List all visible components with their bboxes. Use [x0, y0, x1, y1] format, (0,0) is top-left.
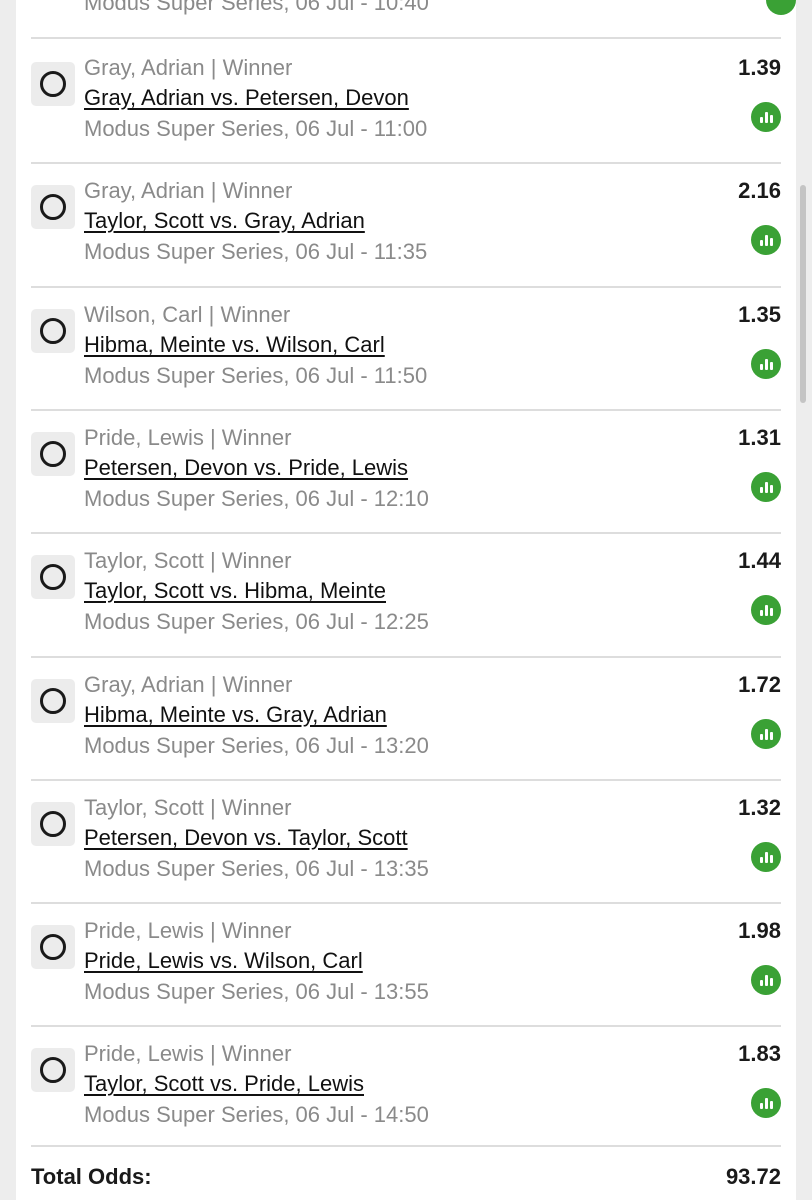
- selection-row: Wilson, Carl | Winner Hibma, Meinte vs. …: [31, 285, 781, 409]
- radio-unselected-icon[interactable]: [31, 431, 75, 476]
- divider: [31, 778, 781, 781]
- divider: [31, 902, 781, 905]
- stats-icon[interactable]: [751, 965, 781, 996]
- divider: [31, 1145, 781, 1147]
- event-info: Modus Super Series, 06 Jul - 12:10: [84, 485, 429, 511]
- stats-icon[interactable]: [751, 595, 781, 626]
- selection-label: Wilson, Carl | Winner: [84, 301, 291, 327]
- selection-label: Taylor, Scott | Winner: [84, 548, 292, 574]
- odds-value: 1.35: [738, 301, 781, 327]
- divider: [31, 532, 781, 535]
- match-link[interactable]: Petersen, Devon vs. Taylor, Scott: [84, 825, 408, 851]
- bet-slip-panel: Modus Super Series, 06 Jul - 10:40 Gray,…: [16, 0, 796, 1200]
- total-odds-label: Total Odds:: [31, 1164, 152, 1189]
- odds-value: 1.98: [738, 918, 781, 944]
- odds-value: 1.31: [738, 424, 781, 450]
- partial-event-info: Modus Super Series, 06 Jul - 10:40: [84, 0, 429, 15]
- selection-label: Gray, Adrian | Winner: [84, 178, 293, 204]
- event-info: Modus Super Series, 06 Jul - 13:55: [84, 979, 429, 1005]
- stats-icon[interactable]: [751, 1088, 781, 1119]
- stats-icon[interactable]: [751, 348, 781, 379]
- divider: [31, 655, 781, 658]
- radio-unselected-icon[interactable]: [31, 925, 75, 970]
- odds-value: 1.83: [738, 1041, 781, 1067]
- selection-label: Pride, Lewis | Winner: [84, 918, 292, 944]
- stats-icon[interactable]: [751, 102, 781, 132]
- event-info: Modus Super Series, 06 Jul - 11:00: [84, 116, 428, 141]
- match-link[interactable]: Pride, Lewis vs. Wilson, Carl: [84, 948, 363, 974]
- selection-label: Gray, Adrian | Winner: [84, 671, 293, 697]
- stats-icon[interactable]: [751, 718, 781, 749]
- divider: [31, 408, 781, 411]
- odds-value: 2.16: [738, 178, 781, 204]
- radio-unselected-icon[interactable]: [31, 308, 75, 353]
- event-info: Modus Super Series, 06 Jul - 12:25: [84, 609, 429, 635]
- divider: [31, 1025, 781, 1028]
- stats-icon[interactable]: [751, 225, 781, 256]
- selection-label: Gray, Adrian | Winner: [84, 55, 293, 80]
- radio-unselected-icon[interactable]: [31, 62, 75, 106]
- odds-value: 1.44: [738, 548, 781, 574]
- radio-unselected-icon[interactable]: [31, 678, 75, 723]
- event-info: Modus Super Series, 06 Jul - 11:35: [84, 239, 428, 265]
- selection-row: Pride, Lewis | Winner Petersen, Devon vs…: [31, 408, 781, 532]
- divider: [31, 285, 781, 288]
- selection-row: Gray, Adrian | Winner Hibma, Meinte vs. …: [31, 655, 781, 779]
- selection-row: Gray, Adrian | Winner Gray, Adrian vs. P…: [31, 39, 781, 162]
- selection-row: Taylor, Scott | Winner Taylor, Scott vs.…: [31, 532, 781, 655]
- stats-icon[interactable]: [751, 841, 781, 872]
- match-link[interactable]: Taylor, Scott vs. Hibma, Meinte: [84, 578, 386, 604]
- event-info: Modus Super Series, 06 Jul - 14:50: [84, 1102, 429, 1128]
- stats-icon[interactable]: [766, 0, 796, 15]
- radio-unselected-icon[interactable]: [31, 801, 75, 846]
- event-info: Modus Super Series, 06 Jul - 13:35: [84, 855, 429, 881]
- selection-label: Taylor, Scott | Winner: [84, 794, 292, 820]
- selection-row: Pride, Lewis | Winner Pride, Lewis vs. W…: [31, 902, 781, 1025]
- match-link[interactable]: Petersen, Devon vs. Pride, Lewis: [84, 455, 408, 481]
- event-info: Modus Super Series, 06 Jul - 11:50: [84, 362, 428, 388]
- selection-label: Pride, Lewis | Winner: [84, 424, 292, 450]
- selection-row: Gray, Adrian | Winner Taylor, Scott vs. …: [31, 162, 781, 285]
- selection-row: Pride, Lewis | Winner Taylor, Scott vs. …: [31, 1025, 781, 1148]
- match-link[interactable]: Hibma, Meinte vs. Wilson, Carl: [84, 332, 385, 358]
- scrollbar-thumb[interactable]: [800, 185, 806, 403]
- odds-value: 1.39: [738, 55, 781, 80]
- odds-value: 1.72: [738, 671, 781, 697]
- radio-unselected-icon[interactable]: [31, 555, 75, 600]
- selection-row: Taylor, Scott | Winner Petersen, Devon v…: [31, 778, 781, 902]
- match-link[interactable]: Hibma, Meinte vs. Gray, Adrian: [84, 702, 387, 728]
- radio-unselected-icon[interactable]: [31, 1048, 75, 1093]
- odds-value: 1.32: [738, 794, 781, 820]
- radio-unselected-icon[interactable]: [31, 185, 75, 230]
- total-odds-value: 93.72: [725, 1164, 781, 1189]
- divider: [31, 162, 781, 165]
- match-link[interactable]: Taylor, Scott vs. Gray, Adrian: [84, 208, 365, 234]
- match-link[interactable]: Taylor, Scott vs. Pride, Lewis: [84, 1071, 364, 1097]
- event-info: Modus Super Series, 06 Jul - 13:20: [84, 732, 429, 758]
- selection-label: Pride, Lewis | Winner: [84, 1041, 292, 1067]
- stats-icon[interactable]: [751, 471, 781, 502]
- match-link[interactable]: Gray, Adrian vs. Petersen, Devon: [84, 85, 409, 111]
